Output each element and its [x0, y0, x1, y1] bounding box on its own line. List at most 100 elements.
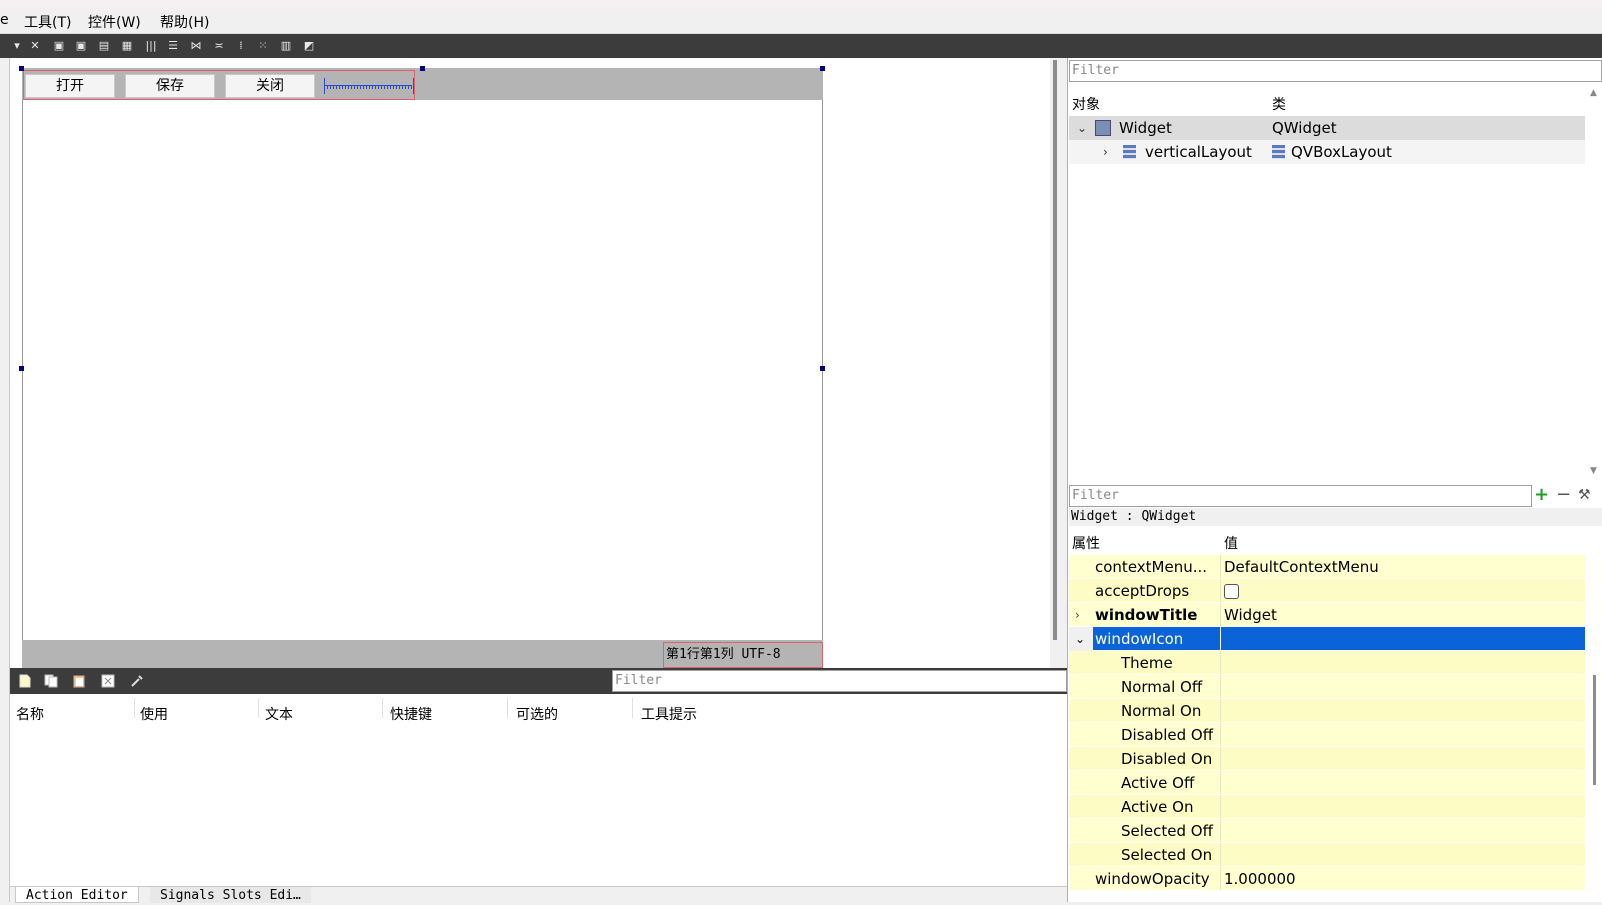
- property-row-normal-on[interactable]: Normal On: [1069, 699, 1585, 723]
- object-row-layout[interactable]: › verticalLayout QVBoxLayout: [1069, 140, 1585, 164]
- remove-property-icon[interactable]: −: [1556, 485, 1571, 505]
- layout-grid-icon[interactable]: ⁙: [256, 39, 270, 53]
- copy-action-icon[interactable]: [44, 674, 58, 688]
- resize-handle-tl[interactable]: [19, 66, 24, 71]
- delete-action-icon[interactable]: [101, 674, 115, 688]
- object-name: Widget: [1119, 119, 1172, 137]
- property-row-windowicon[interactable]: ⌄ windowIcon: [1069, 627, 1585, 651]
- tab-action-editor[interactable]: Action Editor: [15, 887, 139, 903]
- action-filter-input[interactable]: Filter: [612, 670, 1067, 692]
- property-row-disabled-on[interactable]: Disabled On: [1069, 747, 1585, 771]
- col-used[interactable]: 使用: [140, 704, 168, 724]
- property-value[interactable]: [1220, 819, 1585, 842]
- menu-partial[interactable]: e: [0, 12, 9, 28]
- property-row-selected-off[interactable]: Selected Off: [1069, 819, 1585, 843]
- dropdown-arrow-icon[interactable]: ▾: [10, 39, 24, 53]
- paste-action-icon[interactable]: [72, 674, 86, 688]
- save-button[interactable]: 保存: [125, 74, 215, 98]
- object-row-widget[interactable]: ⌄ Widget QWidget: [1069, 116, 1585, 140]
- add-property-icon[interactable]: +: [1534, 485, 1549, 505]
- edit-buddies-icon[interactable]: ▤: [97, 39, 111, 53]
- layout-v-splitter-icon[interactable]: ≍: [212, 39, 226, 53]
- property-name: Disabled Off: [1121, 726, 1214, 744]
- property-value[interactable]: Widget: [1220, 603, 1585, 626]
- form-widget[interactable]: [22, 68, 823, 668]
- col-checkable[interactable]: 可选的: [516, 704, 558, 724]
- tab-signals-slots[interactable]: Signals Slots Edi…: [150, 887, 311, 903]
- menu-tools[interactable]: 工具(T): [24, 12, 71, 32]
- layout-horizontal-icon[interactable]: |||: [144, 39, 158, 53]
- resize-handle-ml[interactable]: [19, 366, 24, 371]
- col-text[interactable]: 文本: [265, 704, 293, 724]
- property-value[interactable]: [1220, 699, 1585, 722]
- col-tooltip[interactable]: 工具提示: [641, 704, 697, 724]
- adjust-size-icon[interactable]: ◩: [302, 39, 316, 53]
- new-action-icon[interactable]: [18, 674, 32, 688]
- close-icon[interactable]: ✕: [28, 39, 42, 53]
- property-row-acceptdrops[interactable]: acceptDrops: [1069, 579, 1585, 603]
- layout-form-icon[interactable]: ⁞: [234, 39, 248, 53]
- resize-handle-mr[interactable]: [820, 366, 825, 371]
- action-table[interactable]: 名称 使用 文本 快捷键 可选的 工具提示: [10, 694, 1067, 886]
- col-shortcut[interactable]: 快捷键: [390, 704, 432, 724]
- canvas-scrollbar[interactable]: [1053, 60, 1057, 640]
- chevron-down-icon[interactable]: ⌄: [1077, 116, 1087, 140]
- edit-signals-icon[interactable]: ▣: [74, 39, 88, 53]
- chevron-right-icon[interactable]: ›: [1103, 140, 1108, 164]
- scrollbar-thumb[interactable]: [1593, 675, 1596, 785]
- property-value[interactable]: [1220, 627, 1585, 650]
- close-button[interactable]: 关闭: [225, 74, 315, 98]
- property-row-active-off[interactable]: Active Off: [1069, 771, 1585, 795]
- horizontal-spacer[interactable]: [324, 76, 414, 96]
- property-value[interactable]: [1220, 579, 1585, 602]
- col-object[interactable]: 对象: [1072, 94, 1100, 114]
- property-row-theme[interactable]: Theme: [1069, 651, 1585, 675]
- property-filter-input[interactable]: Filter: [1069, 485, 1532, 507]
- property-row-windowtitle[interactable]: › windowTitle Widget: [1069, 603, 1585, 627]
- property-value[interactable]: [1220, 843, 1585, 866]
- layout-vertical-icon[interactable]: ☰: [166, 39, 180, 53]
- configure-icon[interactable]: [130, 674, 144, 688]
- property-value[interactable]: [1220, 723, 1585, 746]
- layout-h-splitter-icon[interactable]: ⋈: [189, 39, 203, 53]
- property-row-active-on[interactable]: Active On: [1069, 795, 1585, 819]
- property-row-selected-on[interactable]: Selected On: [1069, 843, 1585, 867]
- vbox-layout-icon: [1123, 145, 1136, 159]
- menu-widgets[interactable]: 控件(W): [88, 12, 141, 32]
- menu-help[interactable]: 帮助(H): [160, 12, 209, 32]
- chevron-down-icon[interactable]: ⌄: [1069, 627, 1093, 651]
- property-value[interactable]: 1.000000: [1220, 867, 1585, 890]
- resize-handle-tm[interactable]: [420, 66, 425, 71]
- property-row-contextmenu[interactable]: contextMenu... DefaultContextMenu: [1069, 555, 1585, 579]
- property-value[interactable]: [1220, 675, 1585, 698]
- object-filter-input[interactable]: Filter: [1069, 60, 1602, 82]
- configure-property-icon[interactable]: ⚒: [1578, 485, 1591, 505]
- chevron-right-icon[interactable]: ›: [1075, 603, 1080, 627]
- property-value[interactable]: DefaultContextMenu: [1220, 555, 1585, 578]
- property-name: Active On: [1121, 798, 1194, 816]
- scroll-down-icon[interactable]: ▼: [1590, 466, 1597, 476]
- edit-tab-order-icon[interactable]: ▦: [120, 39, 134, 53]
- property-name: windowIcon: [1095, 630, 1184, 648]
- open-button[interactable]: 打开: [25, 74, 115, 98]
- edit-widgets-icon[interactable]: ▣: [52, 39, 66, 53]
- break-layout-icon[interactable]: ▥: [279, 39, 293, 53]
- property-row-disabled-off[interactable]: Disabled Off: [1069, 723, 1585, 747]
- property-row-normal-off[interactable]: Normal Off: [1069, 675, 1585, 699]
- resize-handle-tr[interactable]: [820, 66, 825, 71]
- col-property[interactable]: 属性: [1072, 533, 1100, 553]
- checkbox[interactable]: [1224, 584, 1239, 599]
- col-name[interactable]: 名称: [16, 704, 44, 724]
- scroll-up-icon[interactable]: ▲: [1590, 88, 1597, 98]
- col-value[interactable]: 值: [1224, 533, 1238, 553]
- object-inspector-scrollbar[interactable]: ▲ ▼: [1587, 86, 1602, 478]
- col-class[interactable]: 类: [1272, 94, 1286, 114]
- property-value[interactable]: [1220, 795, 1585, 818]
- col-divider: [134, 698, 135, 718]
- property-value[interactable]: [1220, 651, 1585, 674]
- property-row-window-opacity[interactable]: windowOpacity 1.000000: [1069, 867, 1585, 891]
- col-divider: [382, 698, 383, 718]
- property-value[interactable]: [1220, 747, 1585, 770]
- property-value[interactable]: [1220, 771, 1585, 794]
- property-editor-scrollbar[interactable]: [1587, 530, 1602, 902]
